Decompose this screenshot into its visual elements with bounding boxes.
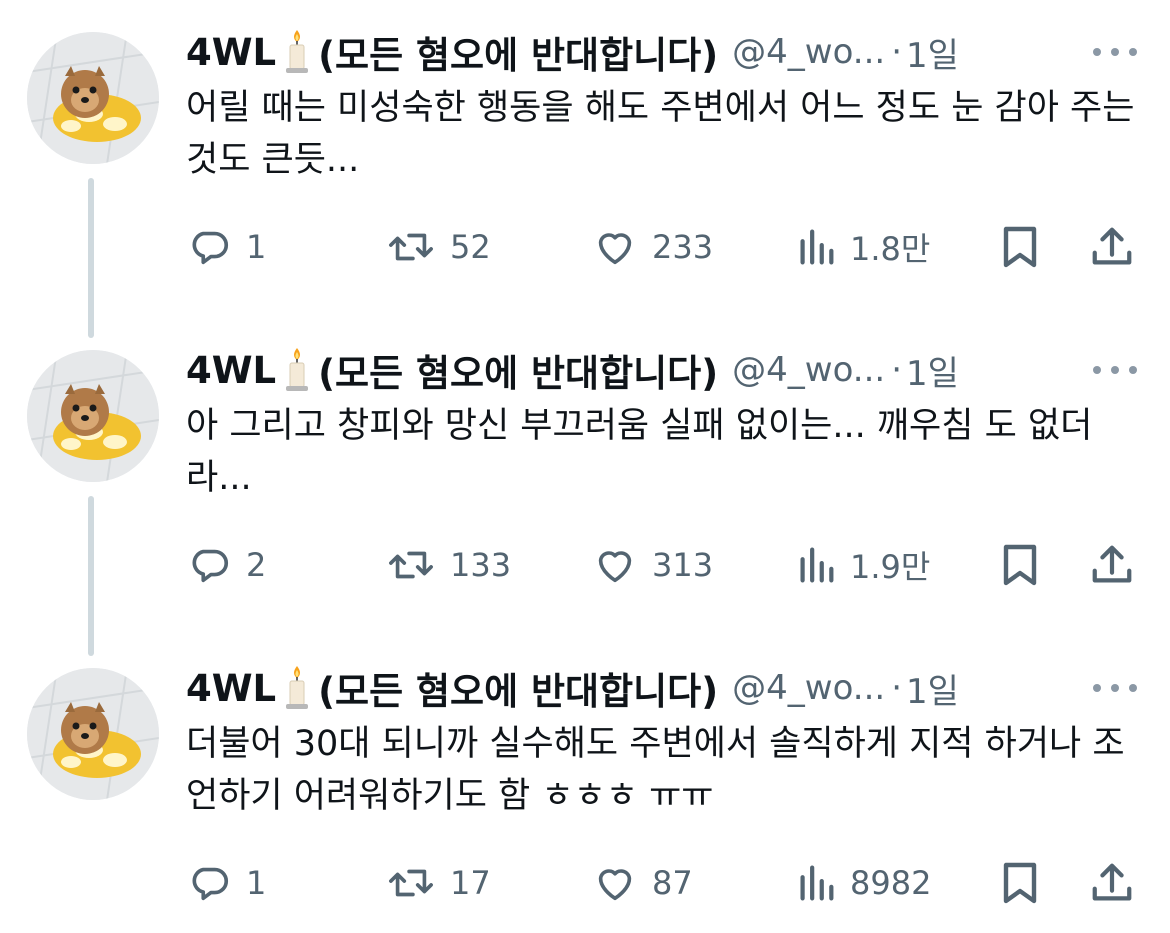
retweet-icon <box>389 233 433 261</box>
like-count: 87 <box>652 864 693 902</box>
retweet-icon <box>389 551 433 579</box>
reply-button[interactable]: 1 <box>186 222 266 272</box>
tweet[interactable]: 4WL (모든 혐오에 반대합니다) @4_wo... · 1일 더불어 30대… <box>0 636 1170 933</box>
heart-icon <box>598 869 632 901</box>
heart-icon <box>598 551 632 583</box>
timestamp[interactable]: 1일 <box>906 346 959 395</box>
tweet-thread: 4WL (모든 혐오에 반대합니다) @4_wo... · 1일 어릴 때는 미… <box>0 0 1170 933</box>
display-name-suffix[interactable]: (모든 혐오에 반대합니다) <box>318 343 718 397</box>
like-button[interactable]: 233 <box>592 222 713 272</box>
retweet-button[interactable]: 133 <box>386 540 511 590</box>
view-count: 1.8만 <box>850 230 931 268</box>
timestamp[interactable]: 1일 <box>906 664 959 713</box>
display-name-suffix[interactable]: (모든 혐오에 반대합니다) <box>318 661 718 715</box>
bar-chart-icon <box>800 865 834 901</box>
avatar[interactable] <box>27 350 159 482</box>
thread-connector-line <box>88 178 94 338</box>
share-button[interactable] <box>1088 858 1136 908</box>
like-button[interactable]: 87 <box>592 858 693 908</box>
reply-count: 1 <box>246 864 267 902</box>
display-name[interactable]: 4WL <box>186 349 276 392</box>
more-options-icon[interactable] <box>1093 44 1137 60</box>
share-icon <box>1092 227 1132 265</box>
views-button[interactable]: 1.8만 <box>796 222 930 272</box>
like-count: 313 <box>652 546 714 584</box>
tweet[interactable]: 4WL (모든 혐오에 반대합니다) @4_wo... · 1일 어릴 때는 미… <box>0 0 1170 338</box>
avatar[interactable] <box>27 32 159 164</box>
views-button[interactable]: 1.9만 <box>796 540 930 590</box>
bookmark-icon <box>1003 862 1037 904</box>
retweet-count: 17 <box>450 864 491 902</box>
retweet-count: 133 <box>450 546 512 584</box>
share-icon <box>1092 545 1132 583</box>
bar-chart-icon <box>800 547 834 583</box>
separator-dot: · <box>891 668 903 708</box>
reply-icon <box>192 231 228 265</box>
more-options-icon[interactable] <box>1093 680 1137 696</box>
share-button[interactable] <box>1088 540 1136 590</box>
avatar[interactable] <box>27 668 159 800</box>
user-handle[interactable]: @4_wo... <box>732 668 885 708</box>
tweet[interactable]: 4WL (모든 혐오에 반대합니다) @4_wo... · 1일 아 그리고 창… <box>0 318 1170 656</box>
share-icon <box>1092 863 1132 901</box>
bar-chart-icon <box>800 229 834 265</box>
action-bar: 2 133 313 1.9만 <box>186 540 1146 590</box>
tweet-header: 4WL (모든 혐오에 반대합니다) @4_wo... · 1일 <box>186 26 1146 78</box>
bookmark-button[interactable] <box>998 858 1042 908</box>
retweet-button[interactable]: 52 <box>386 222 491 272</box>
tweet-text: 더불어 30대 되니까 실수해도 주변에서 솔직하게 지적 하거나 조언하기 어… <box>186 724 1125 816</box>
user-handle[interactable]: @4_wo... <box>732 32 885 72</box>
thread-connector-line <box>88 496 94 656</box>
candle-icon <box>282 29 312 75</box>
display-name-suffix[interactable]: (모든 혐오에 반대합니다) <box>318 25 718 79</box>
more-options-icon[interactable] <box>1093 362 1137 378</box>
bookmark-icon <box>1003 226 1037 268</box>
tweet-text: 아 그리고 창피와 망신 부끄러움 실패 없이는... 깨우침 도 없더라... <box>186 406 1093 498</box>
view-count: 1.9만 <box>850 548 931 586</box>
display-name[interactable]: 4WL <box>186 667 276 710</box>
bookmark-icon <box>1003 544 1037 586</box>
reply-icon <box>192 549 228 583</box>
bookmark-button[interactable] <box>998 222 1042 272</box>
separator-dot: · <box>891 32 903 72</box>
user-handle[interactable]: @4_wo... <box>732 350 885 390</box>
reply-button[interactable]: 2 <box>186 540 266 590</box>
separator-dot: · <box>891 350 903 390</box>
candle-icon <box>282 665 312 711</box>
reply-count: 1 <box>246 228 267 266</box>
timestamp[interactable]: 1일 <box>906 28 959 77</box>
action-bar: 1 52 233 1.8만 <box>186 222 1146 272</box>
share-button[interactable] <box>1088 222 1136 272</box>
retweet-icon <box>389 869 433 897</box>
action-bar: 1 17 87 8982 <box>186 858 1146 908</box>
tweet-header: 4WL (모든 혐오에 반대합니다) @4_wo... · 1일 <box>186 344 1146 396</box>
views-button[interactable]: 8982 <box>796 858 931 908</box>
like-count: 233 <box>652 228 714 266</box>
retweet-button[interactable]: 17 <box>386 858 491 908</box>
reply-icon <box>192 867 228 901</box>
bookmark-button[interactable] <box>998 540 1042 590</box>
heart-icon <box>598 233 632 265</box>
like-button[interactable]: 313 <box>592 540 713 590</box>
candle-icon <box>282 347 312 393</box>
retweet-count: 52 <box>450 228 491 266</box>
tweet-text: 어릴 때는 미성숙한 행동을 해도 주변에서 어느 정도 눈 감아 주는 것도 … <box>186 88 1135 180</box>
tweet-header: 4WL (모든 혐오에 반대합니다) @4_wo... · 1일 <box>186 662 1146 714</box>
reply-button[interactable]: 1 <box>186 858 266 908</box>
display-name[interactable]: 4WL <box>186 31 276 74</box>
view-count: 8982 <box>850 864 932 902</box>
reply-count: 2 <box>246 546 267 584</box>
